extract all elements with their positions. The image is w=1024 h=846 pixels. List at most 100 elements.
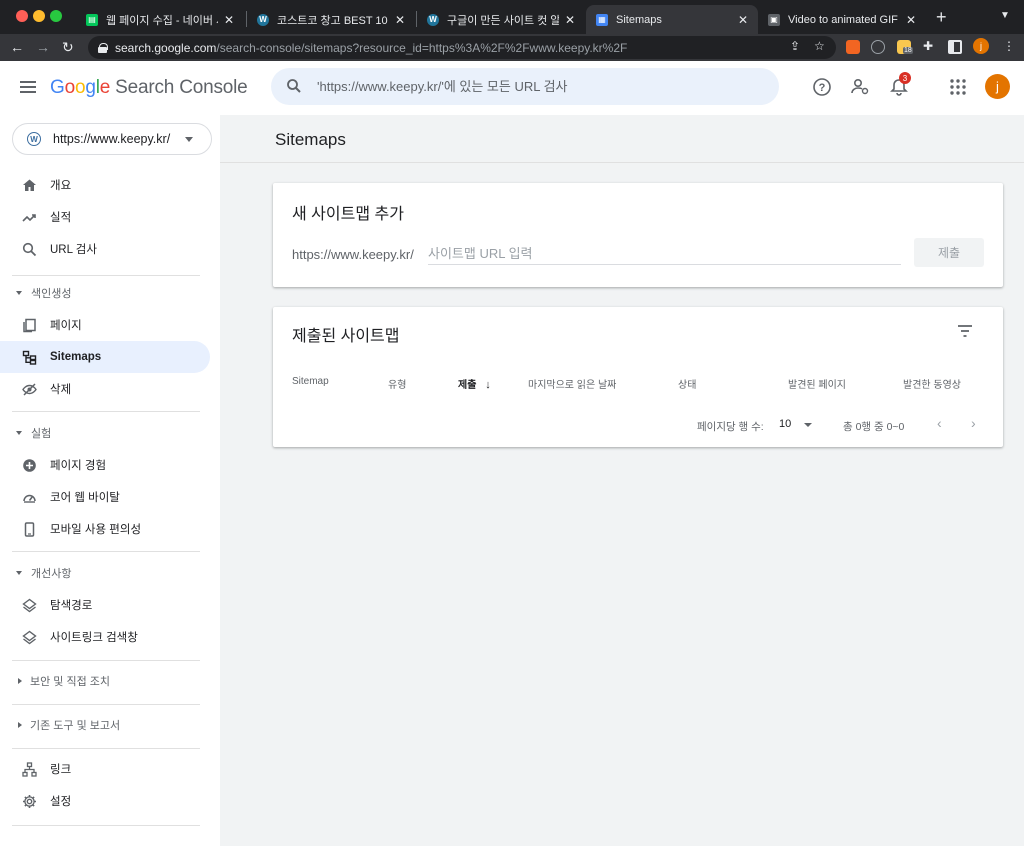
side-panel-icon[interactable] [948, 40, 962, 54]
filter-icon[interactable] [957, 325, 973, 337]
sidebar-divider [12, 660, 200, 661]
close-tab-icon[interactable]: ✕ [395, 13, 405, 27]
sidebar-item-breadcrumbs[interactable]: 탐색경로 [0, 589, 210, 621]
address-bar[interactable]: search.google.com/search-console/sitemap… [88, 36, 836, 59]
rows-per-page-label: 페이지당 행 수: [697, 421, 764, 433]
browser-tab[interactable]: W 구글이 만든 사이트 컷 알림판 ✕ [417, 5, 585, 34]
profile-avatar[interactable]: j [973, 38, 989, 54]
search-icon [287, 79, 301, 93]
hierarchy-icon [22, 761, 37, 777]
sidebar-item-overview[interactable]: 개요 [0, 169, 210, 201]
close-tab-icon[interactable]: ✕ [224, 13, 234, 27]
forward-arrow-icon[interactable]: → [36, 39, 50, 55]
sidebar-item-settings[interactable]: 설정 [0, 785, 210, 817]
column-header-sitemap[interactable]: Sitemap [292, 376, 329, 387]
tab-title: Video to animated GIF con [788, 13, 900, 26]
recycle-extension-icon[interactable] [871, 40, 885, 54]
rss-extension-icon[interactable] [846, 40, 860, 54]
sidebar-item-page-experience[interactable]: 페이지 경험 [0, 449, 210, 481]
sidebar-section-indexing[interactable]: 색인생성 [0, 282, 210, 304]
layers-icon [22, 598, 37, 612]
search-console-icon: ▦ [596, 13, 608, 26]
column-header-discovered-pages[interactable]: 발견된 페이지 [788, 376, 846, 391]
sidebar-item-sitemaps[interactable]: Sitemaps [0, 341, 210, 373]
tab-title: 구글이 만든 사이트 컷 알림판 [447, 14, 559, 27]
add-circle-icon [23, 458, 36, 472]
column-header-discovered-videos[interactable]: 발견한 동영상 [903, 376, 961, 391]
account-avatar[interactable]: j [985, 74, 1010, 99]
url-inspection-search[interactable] [271, 68, 779, 105]
section-label: 실험 [31, 428, 52, 440]
apps-grid-icon[interactable] [948, 77, 968, 97]
smartphone-icon [24, 521, 35, 537]
rows-per-page-select[interactable]: 10 [779, 418, 812, 430]
lock-icon[interactable] [98, 42, 108, 53]
sidebar-item-label: 모바일 사용 편의성 [50, 524, 142, 536]
minimize-window-button[interactable] [33, 10, 45, 22]
back-arrow-icon[interactable]: ← [10, 39, 24, 55]
sidebar-section-enhancements[interactable]: 개선사항 [0, 562, 210, 584]
section-label: 색인생성 [31, 288, 72, 300]
sidebar-section-experience[interactable]: 실험 [0, 422, 210, 444]
browser-tab[interactable]: W 코스트코 창고 BEST 10 추천상 ✕ [247, 5, 415, 34]
section-label: 개선사항 [31, 568, 72, 580]
browser-tab[interactable]: ▤ 웹 페이지 수집 - 네이버 서치어 ✕ [76, 5, 244, 34]
share-icon[interactable]: ⇪ [790, 39, 800, 53]
sitemap-url-input[interactable] [428, 243, 901, 265]
puzzle-extensions-icon[interactable]: ✚ [923, 39, 933, 53]
column-header-submitted[interactable]: 제출 ↓ [458, 376, 491, 391]
sidebar-item-sitelinks-searchbox[interactable]: 사이트링크 검색창 [0, 621, 210, 653]
bookmark-star-icon[interactable]: ☆ [814, 39, 825, 53]
collapsed-arrow-icon [18, 722, 22, 728]
close-tab-icon[interactable]: ✕ [906, 13, 916, 27]
submit-button[interactable]: 제출 [914, 238, 984, 267]
browser-menu-icon[interactable]: ⋮ [1003, 39, 1015, 53]
wordpress-icon: W [27, 132, 41, 146]
sidebar-item-mobile-usability[interactable]: 모바일 사용 편의성 [0, 513, 210, 545]
sidebar-item-url-inspection[interactable]: URL 검사 [0, 233, 210, 265]
previous-page-chevron-icon[interactable]: ‹ [937, 415, 942, 431]
new-tab-button[interactable]: + [936, 7, 947, 28]
sidebar-item-removals[interactable]: 삭제 [0, 373, 210, 405]
gear-icon [23, 794, 36, 808]
sidebar-item-pages[interactable]: 페이지 [0, 309, 210, 341]
browser-tab[interactable]: ▣ Video to animated GIF con ✕ [758, 5, 926, 34]
property-selector[interactable]: W https://www.keepy.kr/ [12, 123, 212, 155]
reload-icon[interactable]: ↻ [62, 39, 74, 55]
sidebar-item-label: 사이트링크 검색창 [50, 632, 138, 644]
close-tab-icon[interactable]: ✕ [738, 13, 748, 27]
sidebar: W https://www.keepy.kr/ 개요 실적 URL 검사 색인생… [0, 115, 220, 846]
sidebar-item-performance[interactable]: 실적 [0, 201, 210, 233]
column-header-last-read[interactable]: 마지막으로 읽은 날짜 [528, 376, 616, 391]
close-window-button[interactable] [16, 10, 28, 22]
sitemap-url-prefix: https://www.keepy.kr/ [292, 247, 414, 262]
sidebar-item-label: 페이지 [50, 320, 82, 332]
tab-title: 코스트코 창고 BEST 10 추천상 [277, 14, 389, 27]
sidebar-item-core-web-vitals[interactable]: 코어 웹 바이탈 [0, 481, 210, 513]
search-icon [22, 242, 37, 256]
sidebar-item-links[interactable]: 링크 [0, 753, 210, 785]
layers-icon [22, 630, 37, 644]
menu-icon[interactable] [20, 81, 36, 93]
zoom-window-button[interactable] [50, 10, 62, 22]
sidebar-section-security[interactable]: 보안 및 직접 조치 [0, 670, 210, 692]
expand-arrow-icon [16, 431, 22, 435]
next-page-chevron-icon[interactable]: › [971, 415, 976, 431]
tab-title: Sitemaps [616, 13, 662, 26]
manage-users-icon[interactable] [850, 77, 870, 97]
section-label: 기존 도구 및 보고서 [30, 720, 121, 732]
column-header-type[interactable]: 유형 [388, 376, 406, 391]
sidebar-item-label: Sitemaps [50, 351, 102, 363]
column-header-status[interactable]: 상태 [678, 376, 696, 391]
help-icon[interactable]: ? [812, 77, 832, 97]
sidebar-item-label: URL 검사 [50, 244, 97, 256]
google-search-console-logo[interactable]: Google Search Console [50, 77, 248, 99]
sidebar-section-legacy-tools[interactable]: 기존 도구 및 보고서 [0, 714, 210, 736]
close-tab-icon[interactable]: ✕ [565, 13, 575, 27]
extension-badge: 18 [903, 47, 913, 54]
tab-search-chevron-icon[interactable]: ▼ [1000, 10, 1010, 21]
sitemap-icon [22, 350, 37, 365]
search-input[interactable] [317, 79, 747, 94]
notes-extension-icon[interactable]: 18 [897, 40, 913, 54]
browser-tab-active[interactable]: ▦ Sitemaps ✕ [586, 5, 758, 34]
